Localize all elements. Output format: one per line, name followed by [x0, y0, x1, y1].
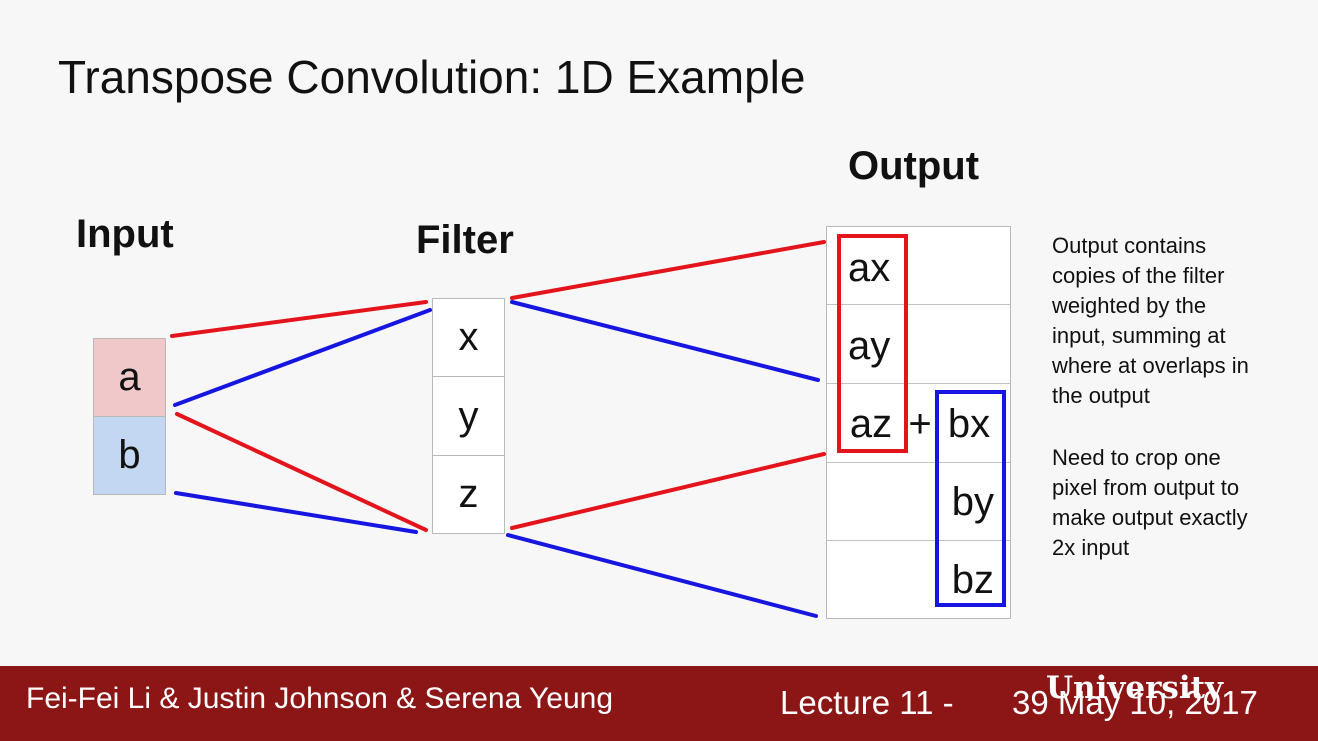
output-cell-bx: bx — [947, 401, 991, 446]
footer-lecture: Lecture 11 - — [780, 684, 954, 721]
line-x-to-bx — [510, 300, 820, 382]
line-x-to-ax — [510, 240, 826, 300]
output-cell-bz: bz — [951, 557, 994, 602]
line-z-to-bz — [506, 533, 818, 618]
footer-authors: Fei-Fei Li & Justin Johnson & Serena Yeu… — [26, 682, 614, 715]
note-overlap: Output contains copies of the filter wei… — [1052, 231, 1302, 411]
footer-university-watermark: University — [1046, 670, 1223, 706]
line-b-to-x — [173, 308, 432, 407]
output-plus-sign: + — [908, 401, 932, 446]
filter-cell-y: y — [432, 376, 505, 456]
note-line: where at overlaps in — [1052, 353, 1249, 378]
filter-cell-x: x — [432, 298, 505, 377]
output-cell-az: az — [849, 401, 893, 446]
note-line: 2x input — [1052, 535, 1130, 560]
output-cell-ax: ax — [848, 245, 891, 290]
output-cell-ay: ay — [848, 323, 891, 368]
note-line: input, summing at — [1052, 323, 1226, 348]
note-line: copies of the filter — [1052, 263, 1225, 288]
note-line: weighted by the — [1052, 293, 1207, 318]
line-b-to-z — [174, 491, 418, 534]
note-crop: Need to crop one pixel from output to ma… — [1052, 443, 1302, 563]
output-cell-by: by — [951, 479, 994, 524]
note-line: Output contains — [1052, 233, 1207, 258]
filter-cell-z: z — [432, 455, 505, 534]
input-cell-a: a — [93, 338, 166, 417]
footer-bar: Fei-Fei Li & Justin Johnson & Serena Yeu… — [0, 666, 1318, 741]
note-line: make output exactly — [1052, 505, 1248, 530]
input-cell-b: b — [93, 416, 166, 495]
note-line: pixel from output to — [1052, 475, 1240, 500]
note-line: Need to crop one — [1052, 445, 1221, 470]
note-line: the output — [1052, 383, 1150, 408]
line-z-to-az — [510, 452, 826, 530]
line-a-to-x — [170, 300, 428, 338]
